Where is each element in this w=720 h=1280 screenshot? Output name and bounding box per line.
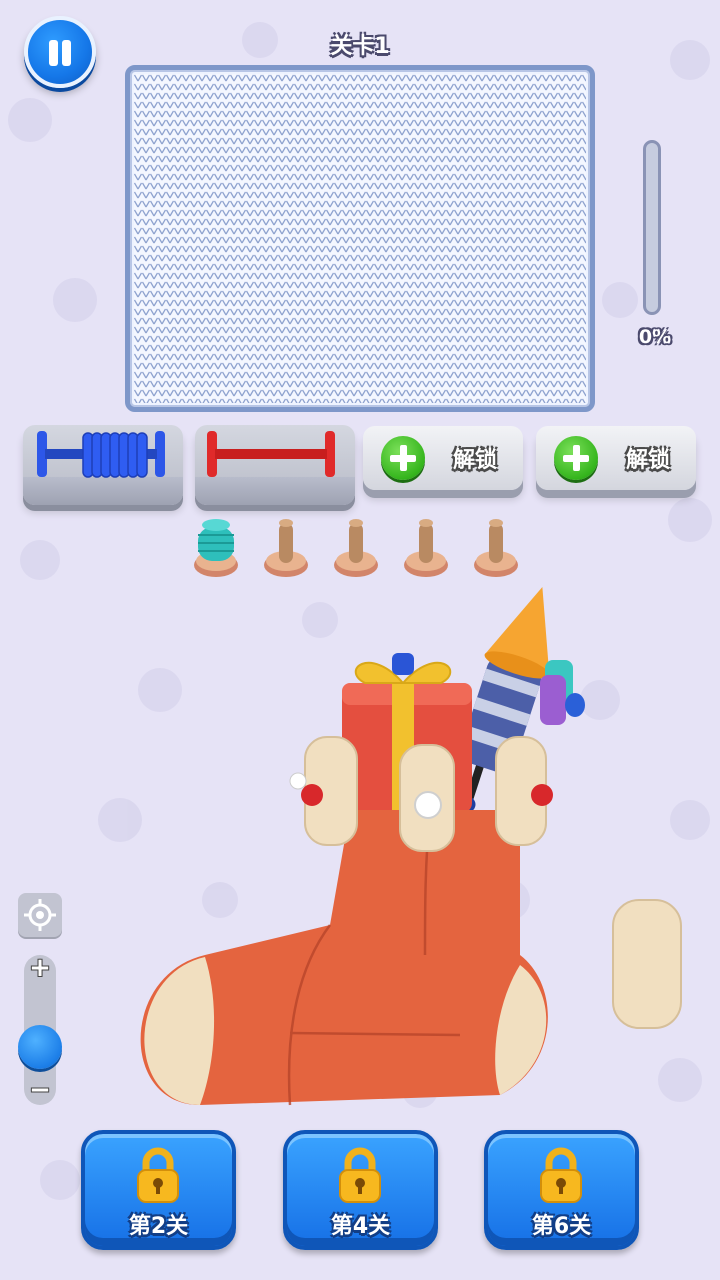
level-6-button[interactable]: 第6关: [484, 1130, 639, 1250]
recenter-button[interactable]: [18, 893, 62, 937]
pause-icon: [49, 40, 58, 66]
cream-pins: [289, 736, 553, 852]
unlock-label: 解锁: [452, 448, 497, 473]
small-spools: [540, 660, 585, 725]
zoom-in-button[interactable]: +: [24, 953, 56, 983]
peg-empty: [264, 519, 308, 577]
spool-slot-red[interactable]: [195, 425, 355, 505]
spool-slot-blue[interactable]: [23, 425, 183, 505]
level-label: 第6关: [531, 1214, 592, 1239]
lock-icon: [540, 1147, 582, 1203]
pause-button[interactable]: [24, 16, 96, 88]
knit-pattern-board: [125, 65, 595, 412]
zoom-slider[interactable]: + −: [18, 953, 62, 1105]
level-label: 第4关: [330, 1214, 391, 1239]
unlock-label: 解锁: [625, 448, 670, 473]
level-label: 第2关: [128, 1214, 189, 1239]
progress-bar: [643, 140, 661, 315]
level-2-button[interactable]: 第2关: [81, 1130, 236, 1250]
peg-empty: [474, 519, 518, 577]
level-title: 关卡1: [330, 34, 390, 59]
zoom-slider-handle[interactable]: [18, 1025, 62, 1070]
knit-grid: [134, 74, 586, 403]
game-scene: [140, 519, 682, 1106]
peg-empty: [404, 519, 448, 577]
plus-icon: [381, 436, 425, 480]
red-spool-icon: [207, 431, 335, 477]
progress-percent: 0%: [638, 326, 672, 348]
peg-wound: [194, 519, 238, 577]
peg-empty: [334, 519, 378, 577]
sock: [140, 809, 548, 1106]
cream-pin: [612, 899, 682, 1029]
crosshair-icon: [24, 899, 56, 931]
blue-spool-icon: [37, 431, 165, 478]
plus-icon: [554, 436, 598, 480]
lock-icon: [137, 1147, 179, 1203]
level-4-button[interactable]: 第4关: [283, 1130, 438, 1250]
peg-row: [194, 519, 518, 577]
pause-icon-bar: [62, 40, 71, 66]
unlock-slot-button[interactable]: 解锁: [536, 426, 696, 490]
lock-icon: [339, 1147, 381, 1203]
unlock-slot-button[interactable]: 解锁: [363, 426, 523, 490]
zoom-out-button[interactable]: −: [24, 1075, 56, 1105]
